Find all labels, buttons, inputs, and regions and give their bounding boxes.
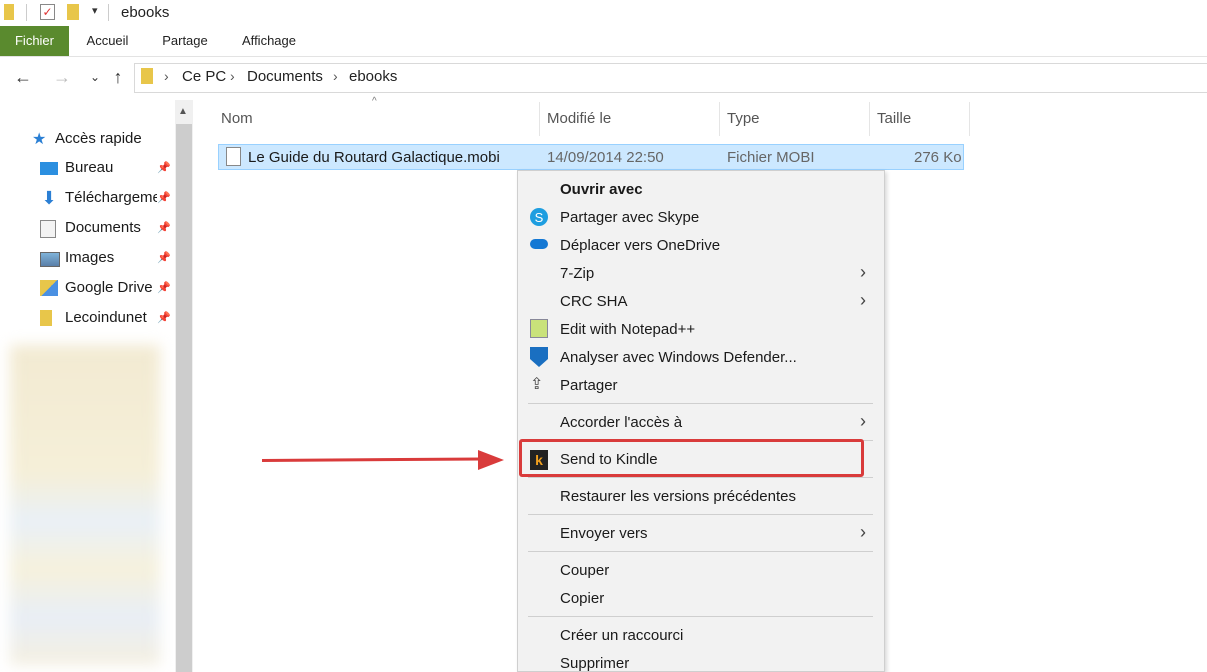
google-drive-icon <box>40 280 58 296</box>
back-button[interactable]: ← <box>12 66 34 88</box>
new-folder-icon[interactable] <box>67 4 79 20</box>
sort-ascending-icon: ^ <box>372 96 377 107</box>
submenu-chevron-icon: › <box>860 290 866 310</box>
tab-accueil[interactable]: Accueil <box>80 26 135 56</box>
pin-icon[interactable]: 📌 <box>157 161 171 174</box>
submenu-chevron-icon: › <box>860 262 866 282</box>
folder-icon <box>141 68 153 84</box>
menu-item-skype[interactable]: Partager avec Skype <box>560 209 699 226</box>
menu-item-send-to[interactable]: Envoyer vers <box>560 525 648 542</box>
column-header-type[interactable]: Type <box>727 110 760 127</box>
desktop-icon <box>40 162 58 175</box>
menu-item-notepad[interactable]: Edit with Notepad++ <box>560 321 695 338</box>
column-divider[interactable] <box>869 102 870 136</box>
ribbon: Fichier Accueil Partage Affichage <box>0 26 1207 57</box>
menu-item-open-with[interactable]: Ouvrir avec <box>560 181 643 198</box>
star-icon: ★ <box>32 131 47 148</box>
nav-item-telechargements[interactable]: ⬇ Téléchargements 📌 <box>0 183 175 213</box>
menu-separator <box>528 477 873 478</box>
nav-item-bureau[interactable]: Bureau 📌 <box>0 153 175 183</box>
menu-item-delete[interactable]: Supprimer <box>560 655 629 672</box>
column-header-name[interactable]: Nom <box>221 110 253 127</box>
menu-separator <box>528 403 873 404</box>
pin-icon[interactable]: 📌 <box>157 251 171 264</box>
scroll-up-arrow[interactable]: ▲ <box>178 106 188 117</box>
breadcrumb-separator: › <box>230 68 235 84</box>
menu-item-restore-versions[interactable]: Restaurer les versions précédentes <box>560 488 796 505</box>
onedrive-icon <box>530 239 548 249</box>
column-divider[interactable] <box>969 102 970 136</box>
notepad-plus-plus-icon <box>530 319 548 338</box>
column-header-modified[interactable]: Modifié le <box>547 110 611 127</box>
submenu-chevron-icon: › <box>860 522 866 542</box>
skype-icon: S <box>530 208 548 226</box>
up-button[interactable]: ↑ <box>107 66 129 88</box>
images-icon <box>40 252 60 267</box>
download-icon: ⬇ <box>41 188 57 208</box>
recent-locations-button[interactable]: ⌄ <box>84 66 106 88</box>
annotation-arrow-head <box>478 450 504 470</box>
scrollbar-thumb[interactable] <box>176 124 192 672</box>
kindle-highlight-box <box>519 439 864 477</box>
documents-icon <box>40 220 56 238</box>
breadcrumb-separator: › <box>164 68 169 84</box>
forward-button[interactable]: → <box>51 66 73 88</box>
file-modified: 14/09/2014 22:50 <box>547 149 664 166</box>
nav-item-lecoindunet[interactable]: Lecoindunet 📌 <box>0 303 175 333</box>
menu-item-copy[interactable]: Copier <box>560 590 604 607</box>
properties-icon[interactable]: ✓ <box>40 4 55 20</box>
customize-dropdown-icon[interactable]: ▾ <box>92 4 98 17</box>
menu-item-7zip[interactable]: 7-Zip <box>560 265 594 282</box>
file-icon <box>226 147 241 166</box>
nav-item-documents[interactable]: Documents 📌 <box>0 213 175 243</box>
breadcrumb-separator: › <box>333 68 338 84</box>
window-title: ebooks <box>121 4 170 21</box>
tab-partage[interactable]: Partage <box>155 26 215 56</box>
menu-separator <box>528 514 873 515</box>
menu-item-crc-sha[interactable]: CRC SHA <box>560 293 628 310</box>
title-bar <box>0 0 1207 26</box>
blurred-nav-area <box>10 345 160 665</box>
file-type: Fichier MOBI <box>727 149 815 166</box>
quick-access-label[interactable]: Accès rapide <box>55 130 142 147</box>
share-icon: ⇪ <box>530 376 544 393</box>
breadcrumb-ebooks[interactable]: ebooks <box>349 68 397 85</box>
menu-separator <box>528 616 873 617</box>
menu-item-grant-access[interactable]: Accorder l'accès à <box>560 414 682 431</box>
menu-item-defender[interactable]: Analyser avec Windows Defender... <box>560 349 797 366</box>
submenu-chevron-icon: › <box>860 411 866 431</box>
menu-item-cut[interactable]: Couper <box>560 562 609 579</box>
nav-item-google-drive[interactable]: Google Drive 📌 <box>0 273 175 303</box>
column-divider[interactable] <box>539 102 540 136</box>
file-name[interactable]: Le Guide du Routard Galactique.mobi <box>248 149 500 166</box>
divider <box>108 4 109 21</box>
menu-item-onedrive[interactable]: Déplacer vers OneDrive <box>560 237 720 254</box>
annotation-arrow-shaft <box>261 457 483 462</box>
pin-icon[interactable]: 📌 <box>157 311 171 324</box>
file-size: 276 Ko <box>914 149 962 166</box>
column-divider[interactable] <box>719 102 720 136</box>
pin-icon[interactable]: 📌 <box>157 221 171 234</box>
menu-separator <box>528 551 873 552</box>
breadcrumb-documents[interactable]: Documents <box>247 68 323 85</box>
divider <box>26 4 27 21</box>
pin-icon[interactable]: 📌 <box>157 281 171 294</box>
folder-icon <box>40 310 52 326</box>
tab-affichage[interactable]: Affichage <box>235 26 303 56</box>
nav-item-images[interactable]: Images 📌 <box>0 243 175 273</box>
folder-icon <box>4 4 14 20</box>
menu-item-share[interactable]: Partager <box>560 377 618 394</box>
tab-fichier[interactable]: Fichier <box>0 26 69 56</box>
pin-icon[interactable]: 📌 <box>157 191 171 204</box>
column-header-size[interactable]: Taille <box>877 110 911 127</box>
breadcrumb-ce-pc[interactable]: Ce PC <box>182 68 226 85</box>
menu-item-create-shortcut[interactable]: Créer un raccourci <box>560 627 683 644</box>
